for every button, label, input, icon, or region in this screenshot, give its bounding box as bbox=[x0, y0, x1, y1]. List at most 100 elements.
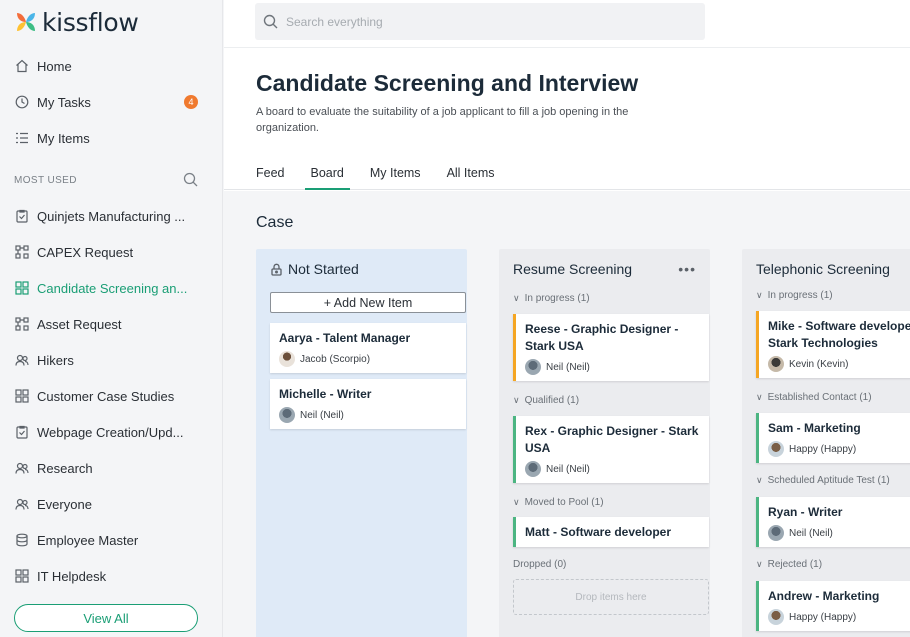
board-view: Case Not Started + Add New Item Aarya - … bbox=[224, 191, 910, 637]
column-telephonic-screening: Telephonic Screening ∨ In progress (1) M… bbox=[742, 249, 910, 637]
nav-my-tasks[interactable]: My Tasks 4 bbox=[14, 90, 210, 114]
card-title: Reese - Graphic Designer - Stark USA bbox=[525, 322, 679, 353]
page-header: Candidate Screening and Interview A boar… bbox=[224, 48, 910, 190]
sidebar-search-icon[interactable] bbox=[183, 172, 199, 188]
nav-my-tasks-label: My Tasks bbox=[37, 94, 91, 110]
sidebar-item-label: Employee Master bbox=[37, 532, 139, 548]
sidebar-item-label: Quinjets Manufacturing ... bbox=[37, 208, 186, 224]
group-header-moved-to-pool[interactable]: ∨ Moved to Pool (1) bbox=[513, 497, 604, 508]
group-label: In progress (1) bbox=[767, 290, 833, 301]
page-title: Candidate Screening and Interview bbox=[256, 70, 639, 96]
view-all-button[interactable]: View All bbox=[14, 604, 198, 632]
sidebar-item-label: Everyone bbox=[37, 496, 92, 512]
card[interactable]: Sam - Marketing Happy (Happy) bbox=[756, 413, 910, 463]
chevron-down-icon: ∨ bbox=[513, 497, 520, 507]
group-label: Qualified (1) bbox=[524, 395, 580, 406]
nav-home[interactable]: Home bbox=[14, 54, 210, 78]
tab-my-items[interactable]: My Items bbox=[370, 166, 421, 190]
card-title: Sam - Marketing bbox=[768, 421, 861, 435]
chevron-down-icon: ∨ bbox=[513, 395, 520, 405]
clipboard-icon bbox=[14, 424, 30, 440]
card-assignee-name: Jacob (Scorpio) bbox=[300, 353, 371, 365]
group-header-in-progress[interactable]: ∨ In progress (1) bbox=[756, 290, 833, 301]
clock-icon bbox=[14, 94, 30, 110]
column-resume-screening: Resume Screening ••• ∨ In progress (1) R… bbox=[499, 249, 710, 637]
column-not-started: Not Started + Add New Item Aarya - Talen… bbox=[256, 249, 467, 637]
chevron-down-icon: ∨ bbox=[756, 392, 763, 402]
home-icon bbox=[14, 58, 30, 74]
nav-my-items[interactable]: My Items bbox=[14, 126, 210, 150]
avatar bbox=[768, 525, 784, 541]
card[interactable]: Andrew - Marketing Happy (Happy) bbox=[756, 581, 910, 631]
sidebar-item-everyone[interactable]: Everyone bbox=[14, 492, 210, 516]
flow-icon bbox=[14, 244, 30, 260]
column-title: Telephonic Screening bbox=[756, 261, 890, 277]
card[interactable]: Mike - Software developer - Stark Techno… bbox=[756, 311, 910, 378]
card[interactable]: Reese - Graphic Designer - Stark USA Nei… bbox=[513, 314, 709, 381]
avatar bbox=[768, 356, 784, 372]
people-icon bbox=[14, 496, 30, 512]
sidebar-item-research[interactable]: Research bbox=[14, 456, 210, 480]
sidebar-item-quinjets[interactable]: Quinjets Manufacturing ... bbox=[14, 204, 210, 228]
sidebar-item-employee-master[interactable]: Employee Master bbox=[14, 528, 210, 552]
group-label: Scheduled Aptitude Test (1) bbox=[767, 475, 890, 486]
card-assignee-name: Neil (Neil) bbox=[546, 361, 590, 373]
group-label: Moved to Pool (1) bbox=[524, 497, 604, 508]
sidebar-item-customer-case-studies[interactable]: Customer Case Studies bbox=[14, 384, 210, 408]
group-label: Rejected (1) bbox=[767, 559, 823, 570]
card[interactable]: Michelle - Writer Neil (Neil) bbox=[270, 379, 466, 429]
group-header-qualified[interactable]: ∨ Qualified (1) bbox=[513, 395, 579, 406]
board-icon bbox=[14, 568, 30, 584]
card-assignee-name: Happy (Happy) bbox=[789, 443, 857, 455]
most-used-label: MOST USED bbox=[14, 175, 77, 186]
flow-icon bbox=[14, 316, 30, 332]
group-header-scheduled-aptitude-test[interactable]: ∨ Scheduled Aptitude Test (1) bbox=[756, 475, 890, 486]
card[interactable]: Aarya - Talent Manager Jacob (Scorpio) bbox=[270, 323, 466, 373]
add-new-item-button[interactable]: + Add New Item bbox=[270, 292, 466, 313]
card-assignee-name: Kevin (Kevin) bbox=[789, 358, 849, 370]
global-search[interactable] bbox=[255, 3, 705, 40]
card-assignee-name: Neil (Neil) bbox=[300, 409, 344, 421]
sidebar-item-label: Hikers bbox=[37, 352, 74, 368]
tasks-count-badge: 4 bbox=[184, 95, 198, 109]
database-icon bbox=[14, 532, 30, 548]
avatar bbox=[525, 461, 541, 477]
sidebar-item-it-helpdesk[interactable]: IT Helpdesk bbox=[14, 564, 210, 588]
search-input[interactable] bbox=[286, 14, 666, 29]
tab-board[interactable]: Board bbox=[304, 166, 351, 190]
card-assignee: Neil (Neil) bbox=[525, 461, 700, 477]
kissflow-logo[interactable]: kissflow bbox=[14, 8, 139, 37]
avatar bbox=[525, 359, 541, 375]
sidebar-item-label: Asset Request bbox=[37, 316, 122, 332]
chevron-down-icon: ∨ bbox=[756, 559, 763, 569]
card-assignee: Happy (Happy) bbox=[768, 609, 910, 625]
card[interactable]: Matt - Software developer bbox=[513, 517, 709, 547]
card-title: Mike - Software developer - Stark Techno… bbox=[768, 319, 910, 350]
tab-all-items[interactable]: All Items bbox=[447, 166, 495, 190]
group-header-in-progress[interactable]: ∨ In progress (1) bbox=[513, 293, 590, 304]
sidebar-item-webpage-creation[interactable]: Webpage Creation/Upd... bbox=[14, 420, 210, 444]
nav-my-items-label: My Items bbox=[37, 130, 90, 146]
card-title: Michelle - Writer bbox=[279, 387, 372, 401]
sidebar-item-capex[interactable]: CAPEX Request bbox=[14, 240, 210, 264]
sidebar-item-asset-request[interactable]: Asset Request bbox=[14, 312, 210, 336]
chevron-down-icon: ∨ bbox=[513, 293, 520, 303]
tab-feed[interactable]: Feed bbox=[256, 166, 285, 190]
card-assignee-name: Happy (Happy) bbox=[789, 611, 857, 623]
more-options-icon[interactable]: ••• bbox=[678, 261, 696, 277]
board-icon bbox=[14, 388, 30, 404]
card-assignee: Jacob (Scorpio) bbox=[279, 351, 457, 367]
sidebar-item-hikers[interactable]: Hikers bbox=[14, 348, 210, 372]
card-assignee: Happy (Happy) bbox=[768, 441, 910, 457]
card-assignee: Neil (Neil) bbox=[525, 359, 700, 375]
avatar bbox=[279, 407, 295, 423]
group-header-dropped[interactable]: Dropped (0) bbox=[513, 559, 566, 570]
card[interactable]: Ryan - Writer Neil (Neil) bbox=[756, 497, 910, 547]
sidebar-item-label: Candidate Screening an... bbox=[37, 280, 188, 296]
drop-zone[interactable]: Drop items here bbox=[513, 579, 709, 615]
card[interactable]: Rex - Graphic Designer - Stark USA Neil … bbox=[513, 416, 709, 483]
clipboard-icon bbox=[14, 208, 30, 224]
sidebar-item-candidate-screening[interactable]: Candidate Screening an... bbox=[14, 276, 210, 300]
group-header-rejected[interactable]: ∨ Rejected (1) bbox=[756, 559, 822, 570]
group-header-established-contact[interactable]: ∨ Established Contact (1) bbox=[756, 392, 872, 403]
